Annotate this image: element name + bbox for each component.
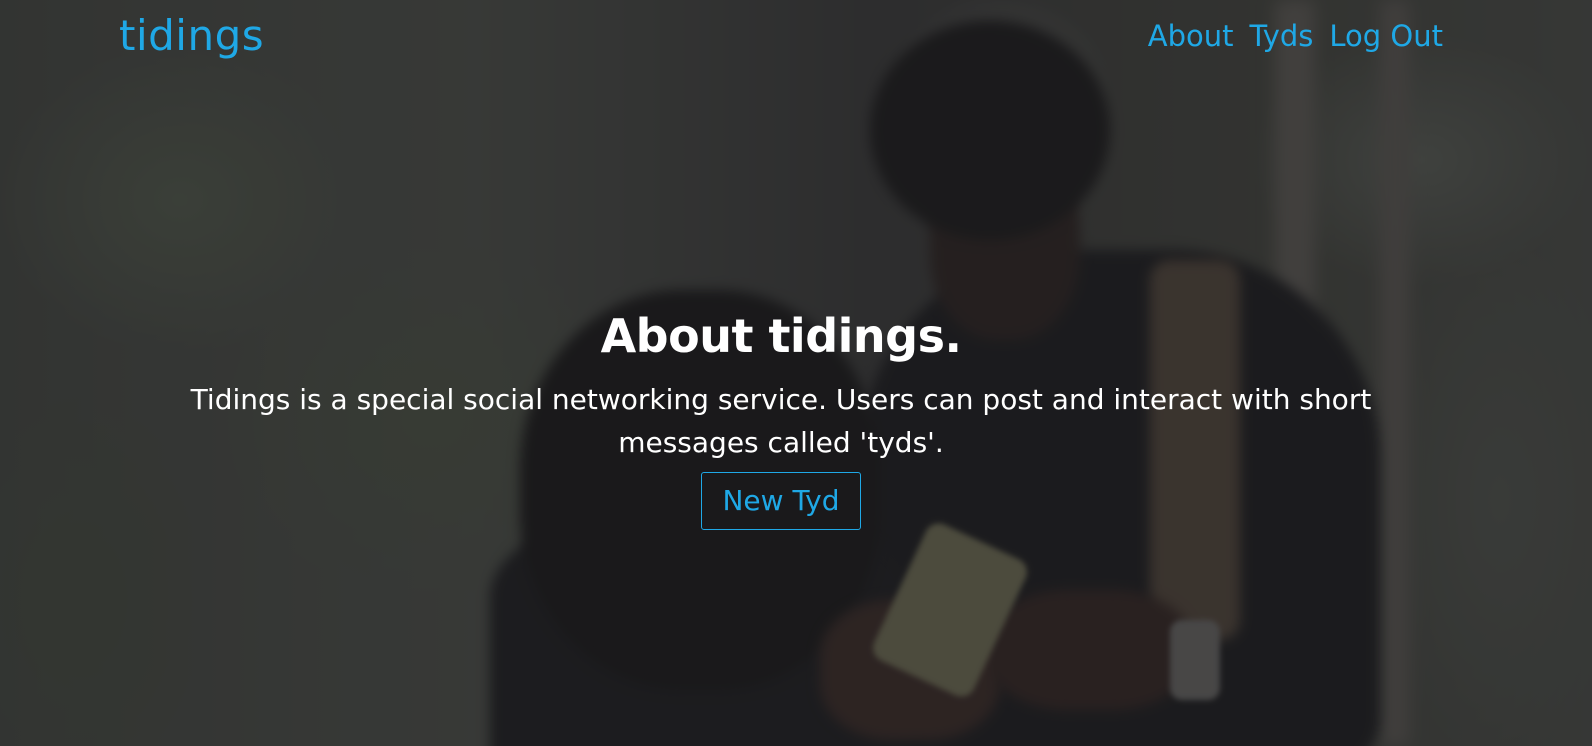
hero-button-container: New Tyd [0, 472, 1562, 530]
brand-logo-link[interactable]: tidings [119, 10, 264, 62]
hero-section: About tidings. Tidings is a special soci… [0, 300, 1562, 530]
nav-link-about[interactable]: About [1148, 17, 1234, 55]
page-title: About tidings. [600, 309, 962, 363]
about-page: tidings About Tyds Log Out About tidings… [0, 0, 1592, 746]
navbar: tidings About Tyds Log Out [0, 0, 1592, 72]
new-tyd-button[interactable]: New Tyd [701, 472, 861, 530]
hero-description: Tidings is a special social networking s… [190, 383, 1372, 459]
nav-link-log-out[interactable]: Log Out [1329, 17, 1443, 55]
nav-link-tyds[interactable]: Tyds [1250, 17, 1314, 55]
nav-links: About Tyds Log Out [1148, 17, 1443, 55]
